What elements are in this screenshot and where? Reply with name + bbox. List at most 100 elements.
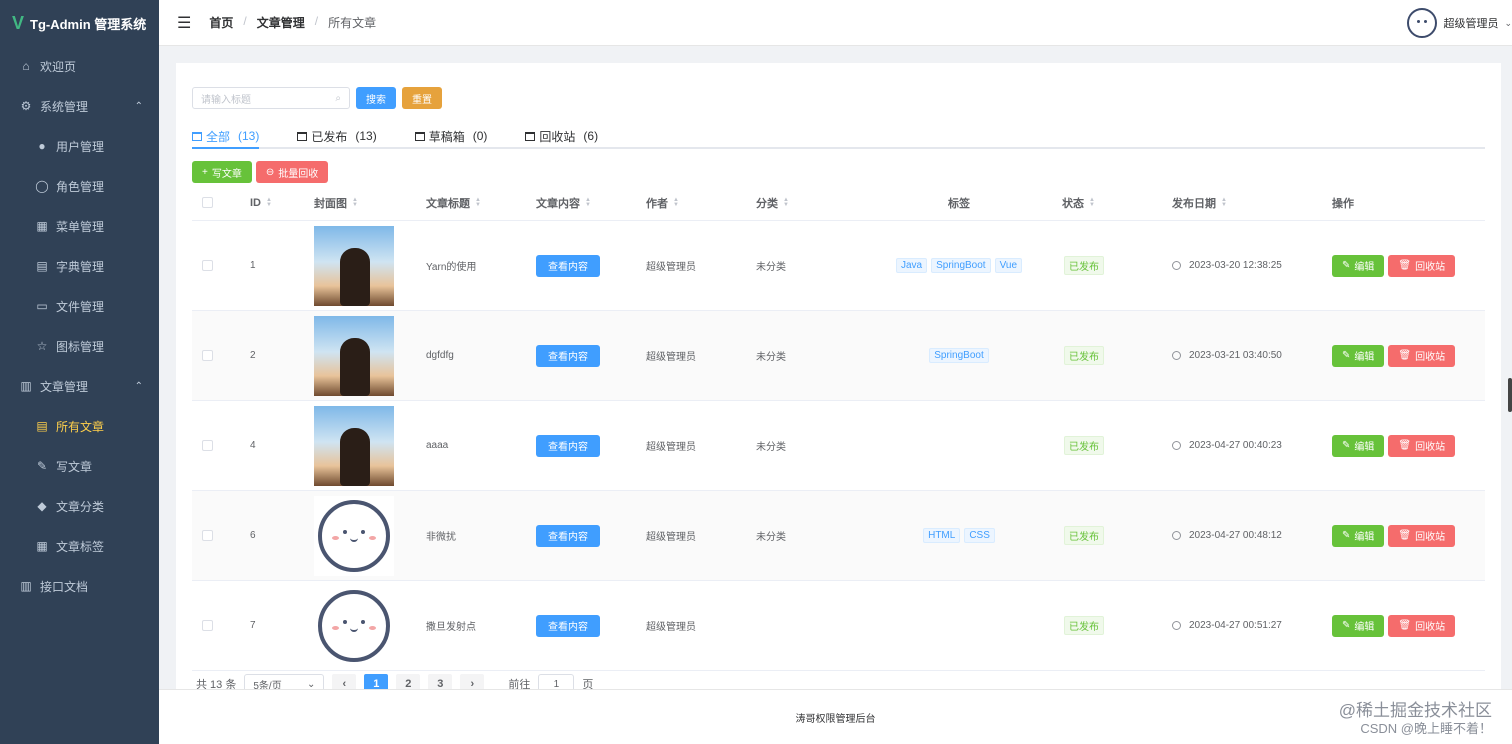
chevron-down-icon[interactable]: ⌄ <box>1504 18 1512 29</box>
tab-label: 回收站 <box>539 129 576 144</box>
app-logo[interactable]: V Tg-Admin 管理系统 <box>0 0 159 46</box>
footer: 涛哥权限管理后台 <box>159 689 1512 744</box>
edit-label: 编辑 <box>1354 532 1375 543</box>
user-dropdown[interactable]: 超级管理员 ⌄ <box>1407 8 1512 38</box>
clock-icon <box>1172 621 1181 630</box>
sidebar-item-8[interactable]: ▥ 文章管理 ⌃ <box>0 366 159 406</box>
scrollbar-handle[interactable] <box>1508 378 1512 412</box>
sidebar-item-10[interactable]: ✎ 写文章 <box>0 446 159 486</box>
sidebar-item-label: 图标管理 <box>56 339 105 354</box>
sort-icon[interactable]: ▲ ▼ <box>1221 197 1227 208</box>
tab-3[interactable]: 回收站 (6) <box>525 125 598 147</box>
view-content-button[interactable]: 查看内容 <box>536 344 600 367</box>
batch-recycle-button[interactable]: ⊖ 批量回收 <box>255 161 329 183</box>
watermark: @稀土掘金技术社区 CSDN @晚上睡不着！ <box>1339 702 1492 738</box>
row-checkbox[interactable] <box>202 530 213 541</box>
page-size-select[interactable]: 5条/页 ⌄ <box>244 674 325 689</box>
search-input[interactable]: 请输入标题 ⌕ <box>192 87 350 109</box>
trash-icon: 🗑 <box>1398 440 1412 451</box>
sort-icon[interactable]: ▲ ▼ <box>266 197 272 208</box>
recycle-button[interactable]: 🗑 回收站 <box>1388 344 1456 367</box>
tab-2[interactable]: 草稿箱 (0) <box>414 125 487 147</box>
header-date[interactable]: 发布日期 ▲ ▼ <box>1162 195 1322 211</box>
sidebar-item-7[interactable]: ☆ 图标管理 <box>0 326 159 366</box>
avatar[interactable] <box>1407 8 1438 38</box>
user-name[interactable]: 超级管理员 <box>1443 15 1498 31</box>
row-checkbox[interactable] <box>202 350 213 361</box>
sidebar-item-9[interactable]: ▤ 所有文章 <box>0 406 159 446</box>
sort-icon[interactable]: ▲ ▼ <box>352 197 358 208</box>
sidebar-item-6[interactable]: ▭ 文件管理 <box>0 286 159 326</box>
sidebar-item-11[interactable]: ◆ 文章分类 <box>0 486 159 526</box>
sidebar-item-1[interactable]: ⚙ 系统管理 ⌃ <box>0 86 159 126</box>
sort-icon[interactable]: ▲ ▼ <box>673 197 679 208</box>
recycle-button[interactable]: 🗑 回收站 <box>1388 524 1456 547</box>
edit-button[interactable]: ✎ 编辑 <box>1332 254 1385 277</box>
tab-1[interactable]: 已发布 (13) <box>297 125 377 147</box>
cell-date: 2023-03-21 03:40:50 <box>1189 350 1282 361</box>
row-checkbox[interactable] <box>202 260 213 271</box>
sidebar-item-4[interactable]: ▦ 菜单管理 <box>0 206 159 246</box>
search-button[interactable]: 搜索 <box>356 87 396 109</box>
prev-page-button[interactable]: ‹ <box>332 674 357 689</box>
tab-0[interactable]: 全部 (13) <box>192 125 260 149</box>
goto-page-input[interactable]: 1 <box>538 674 575 689</box>
cover-image <box>314 315 394 396</box>
select-all-checkbox[interactable] <box>202 197 213 208</box>
view-content-button[interactable]: 查看内容 <box>536 524 600 547</box>
page-number-button[interactable]: 2 <box>396 674 421 689</box>
doc-icon: ▥ <box>20 579 32 593</box>
sidebar-item-0[interactable]: ⌂ 欢迎页 <box>0 46 159 86</box>
header-content[interactable]: 文章内容 ▲ ▼ <box>526 195 636 211</box>
cell-tags: Java SpringBoot Vue <box>856 258 1052 273</box>
header-category[interactable]: 分类 ▲ ▼ <box>746 195 856 211</box>
sort-icon[interactable]: ▲ ▼ <box>783 197 789 208</box>
recycle-button[interactable]: 🗑 回收站 <box>1388 434 1456 457</box>
edit-button[interactable]: ✎ 编辑 <box>1332 524 1385 547</box>
cell-title: dgfdfg <box>426 350 454 361</box>
sidebar-item-5[interactable]: ▤ 字典管理 <box>0 246 159 286</box>
trash-icon: 🗑 <box>1398 260 1412 271</box>
recycle-button[interactable]: 🗑 回收站 <box>1388 614 1456 637</box>
header-status[interactable]: 状态 ▲ ▼ <box>1052 195 1162 211</box>
chevron-up-icon: ⌃ <box>134 100 143 112</box>
view-content-button[interactable]: 查看内容 <box>536 254 600 277</box>
top-header: ☰ 首页 / 文章管理 / 所有文章 超级管理员 ⌄ <box>159 0 1512 46</box>
edit-button[interactable]: ✎ 编辑 <box>1332 344 1385 367</box>
next-page-button[interactable]: › <box>460 674 485 689</box>
header-id[interactable]: ID ▲ ▼ <box>240 197 304 209</box>
view-content-button[interactable]: 查看内容 <box>536 434 600 457</box>
row-checkbox[interactable] <box>202 620 213 631</box>
table-row: 6 非微扰 查看内容 超级管理员 未分类 HTML CSS 已发布 2023-04-27 00:… <box>192 491 1485 581</box>
edit-button[interactable]: ✎ 编辑 <box>1332 434 1385 457</box>
page-number-button[interactable]: 3 <box>428 674 453 689</box>
sort-icon[interactable]: ▲ ▼ <box>585 197 591 208</box>
breadcrumb-home[interactable]: 首页 <box>209 14 233 31</box>
hamburger-menu-icon[interactable]: ☰ <box>177 13 191 33</box>
edit-icon: ✎ <box>1342 260 1351 271</box>
sort-icon[interactable]: ▲ ▼ <box>475 197 481 208</box>
edit-icon: ✎ <box>1342 350 1351 361</box>
header-cover[interactable]: 封面图 ▲ ▼ <box>304 195 416 211</box>
sort-icon[interactable]: ▲ ▼ <box>1089 197 1095 208</box>
page-number-button[interactable]: 1 <box>364 674 389 689</box>
table-row: 2 dgfdfg 查看内容 超级管理员 未分类 SpringBoot 已发布 2023-03-… <box>192 311 1485 401</box>
recycle-button[interactable]: 🗑 回收站 <box>1388 254 1456 277</box>
pagination-total: 共 13 条 <box>196 679 237 689</box>
sidebar-item-13[interactable]: ▥ 接口文档 <box>0 566 159 606</box>
row-checkbox[interactable] <box>202 440 213 451</box>
clock-icon <box>1172 351 1181 360</box>
header-title[interactable]: 文章标题 ▲ ▼ <box>416 195 526 211</box>
edit-button[interactable]: ✎ 编辑 <box>1332 614 1385 637</box>
sidebar-item-3[interactable]: ◯ 角色管理 <box>0 166 159 206</box>
breadcrumb-article-mgmt[interactable]: 文章管理 <box>257 14 305 31</box>
header-author[interactable]: 作者 ▲ ▼ <box>636 195 746 211</box>
cell-id: 4 <box>250 440 256 451</box>
cover-image <box>314 405 394 486</box>
reset-button[interactable]: 重置 <box>402 87 442 109</box>
view-content-button[interactable]: 查看内容 <box>536 614 600 637</box>
write-article-button[interactable]: + 写文章 <box>192 161 252 183</box>
sidebar-item-2[interactable]: ● 用户管理 <box>0 126 159 166</box>
app-title: Tg-Admin 管理系统 <box>30 16 147 32</box>
sidebar-item-12[interactable]: ▦ 文章标签 <box>0 526 159 566</box>
